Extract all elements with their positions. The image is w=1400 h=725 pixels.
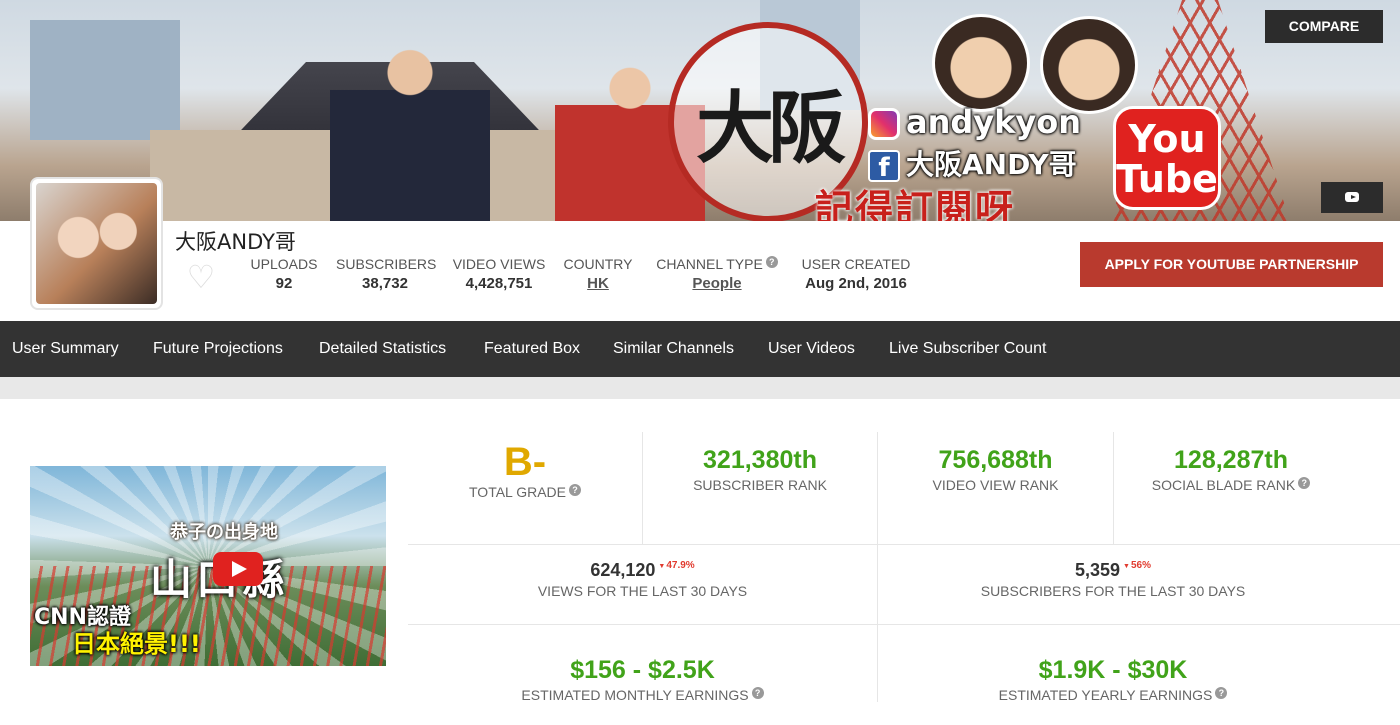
avatar-image (36, 183, 157, 304)
views-30-days-change: 47.9% (658, 560, 694, 571)
compare-button[interactable]: COMPARE (1265, 10, 1383, 43)
nav-user-summary[interactable]: User Summary (12, 321, 119, 377)
yearly-earnings-cell: $1.9K - $30K ESTIMATED YEARLY EARNINGS? (878, 656, 1348, 703)
nav-featured-box[interactable]: Featured Box (484, 321, 580, 377)
stat-video-views: VIDEO VIEWS 4,428,751 (452, 256, 546, 292)
subs-30-days-label: SUBSCRIBERS FOR THE LAST 30 DAYS (980, 583, 1246, 599)
nav-user-videos[interactable]: User Videos (768, 321, 855, 377)
video-view-rank-label: VIDEO VIEW RANK (932, 477, 1059, 493)
heart-icon[interactable]: ♡ (185, 261, 217, 293)
banner-facebook-name: 大阪ANDY哥 (906, 148, 1077, 181)
yearly-earnings-value: $1.9K - $30K (1038, 656, 1188, 684)
monthly-earnings-label: ESTIMATED MONTHLY EARNINGS (521, 687, 749, 703)
banner-instagram-handle: andykyon (906, 103, 1082, 141)
monthly-earnings-cell: $156 - $2.5K ESTIMATED MONTHLY EARNINGS? (408, 656, 877, 703)
banner-building (30, 20, 180, 140)
total-grade-label: TOTAL GRADE (469, 484, 566, 500)
youtube-logo-icon: You Tube (1113, 106, 1221, 210)
channel-name: 大阪ANDY哥 (175, 230, 296, 254)
subs-30-days-change: 56% (1123, 560, 1151, 571)
banner-face-photo (1040, 16, 1138, 114)
stat-label: SUBSCRIBERS (336, 256, 437, 272)
play-icon[interactable] (213, 552, 263, 586)
instagram-icon (868, 108, 900, 140)
nav-similar-channels[interactable]: Similar Channels (613, 321, 734, 377)
youtube-link-button[interactable] (1321, 182, 1383, 213)
yearly-earnings-label: ESTIMATED YEARLY EARNINGS (998, 687, 1213, 703)
thumbnail-caption: 恭子の出身地 (170, 522, 278, 543)
channel-banner: 大阪 andykyon f 大阪ANDY哥 You Tube 記得訂閱呀 (0, 0, 1400, 221)
subscriber-rank-cell: 321,380th SUBSCRIBER RANK (643, 446, 877, 493)
subscriber-rank-label: SUBSCRIBER RANK (693, 477, 827, 493)
nav-subbar (0, 377, 1400, 399)
views-30-days-label: VIEWS FOR THE LAST 30 DAYS (537, 583, 748, 599)
stat-value: 38,732 (362, 275, 408, 292)
banner-logo-text: 大阪 (695, 83, 846, 174)
country-link[interactable]: HK (563, 275, 633, 292)
grid-divider (408, 544, 1400, 545)
nav-future-projections[interactable]: Future Projections (153, 321, 283, 377)
yearly-earnings-label-row: ESTIMATED YEARLY EARNINGS? (878, 687, 1348, 703)
banner-instagram: andykyon (868, 103, 1081, 141)
featured-video-thumbnail[interactable]: 恭子の出身地 山口縣 CNN認證 日本絕景!!! (30, 466, 386, 666)
stat-label-text: CHANNEL TYPE (656, 256, 763, 272)
social-blade-rank-label: SOCIAL BLADE RANK (1151, 477, 1296, 493)
video-view-rank-cell: 756,688th VIDEO VIEW RANK (878, 446, 1113, 493)
subscriber-rank-value: 321,380th (703, 446, 817, 474)
channel-type-link[interactable]: People (652, 275, 782, 292)
video-view-rank-value: 756,688th (938, 446, 1053, 474)
banner-facebook: f 大阪ANDY哥 (868, 143, 1077, 183)
stat-value: Aug 2nd, 2016 (805, 275, 907, 292)
stat-label: UPLOADS (250, 256, 318, 272)
banner-face-photo (932, 14, 1030, 112)
total-grade-label-row: TOTAL GRADE? (408, 484, 642, 500)
youtube-logo-line1: You (1128, 117, 1206, 161)
grid-divider (408, 624, 1400, 625)
subs-30-days-cell: 5,35956% SUBSCRIBERS FOR THE LAST 30 DAY… (878, 560, 1348, 599)
help-icon[interactable]: ? (568, 484, 581, 496)
avatar (30, 177, 163, 310)
nav-detailed-statistics[interactable]: Detailed Statistics (319, 321, 446, 377)
stat-subscribers: SUBSCRIBERS 38,732 (336, 256, 437, 292)
help-icon[interactable]: ? (751, 687, 764, 699)
thumbnail-caption: 日本絕景!!! (72, 630, 201, 658)
monthly-earnings-label-row: ESTIMATED MONTHLY EARNINGS? (408, 687, 877, 703)
views-30-days-cell: 624,12047.9% VIEWS FOR THE LAST 30 DAYS (408, 560, 877, 599)
help-icon[interactable]: ? (765, 256, 778, 268)
monthly-earnings-value: $156 - $2.5K (570, 656, 715, 684)
stat-label: COUNTRY (563, 256, 633, 272)
stat-user-created: USER CREATED Aug 2nd, 2016 (800, 256, 912, 292)
main-nav: User Summary Future Projections Detailed… (0, 321, 1400, 377)
stat-label: VIDEO VIEWS (452, 256, 546, 272)
stat-label: CHANNEL TYPE? (652, 256, 782, 272)
help-icon[interactable]: ? (1298, 477, 1311, 489)
stat-label: USER CREATED (801, 256, 911, 272)
stat-value: 92 (275, 275, 293, 292)
views-30-days-value: 624,120 (590, 560, 656, 580)
banner-tagline: 記得訂閱呀 (815, 186, 1016, 221)
stat-uploads: UPLOADS 92 (250, 256, 318, 292)
stat-channel-type: CHANNEL TYPE? People (652, 254, 782, 292)
social-blade-rank-value: 128,287th (1174, 446, 1288, 474)
social-blade-rank-label-row: SOCIAL BLADE RANK? (1114, 477, 1348, 493)
social-blade-rank-cell: 128,287th SOCIAL BLADE RANK? (1114, 446, 1348, 493)
total-grade-value: B- (503, 440, 547, 484)
stat-value: 4,428,751 (465, 275, 533, 292)
nav-live-subscriber-count[interactable]: Live Subscriber Count (889, 321, 1046, 377)
apply-partnership-button[interactable]: APPLY FOR YOUTUBE PARTNERSHIP (1080, 242, 1383, 287)
stat-country: COUNTRY HK (563, 256, 633, 292)
views-30-days-value-row: 624,12047.9% (408, 560, 877, 581)
subs-30-days-value: 5,359 (1075, 560, 1121, 580)
total-grade-cell: B- TOTAL GRADE? (408, 442, 642, 500)
subs-30-days-value-row: 5,35956% (878, 560, 1348, 581)
help-icon[interactable]: ? (1215, 687, 1228, 699)
banner-person-groom (330, 40, 490, 221)
youtube-logo-line2: Tube (1116, 157, 1218, 201)
